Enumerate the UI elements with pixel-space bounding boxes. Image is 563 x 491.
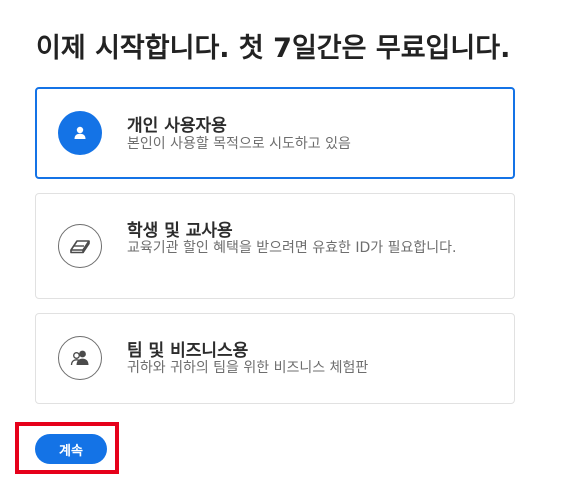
- eraser-icon: [58, 224, 102, 268]
- person-icon: [58, 111, 102, 155]
- team-icon: [58, 336, 102, 380]
- option-card-team[interactable]: 팀 및 비즈니스용 귀하와 귀하의 팀을 위한 비즈니스 체험판: [35, 313, 515, 404]
- option-title: 학생 및 교사용: [127, 221, 233, 241]
- option-title: 팀 및 비즈니스용: [127, 341, 249, 361]
- signup-plan-page: 이제 시작합니다. 첫 7일간은 무료입니다. 개인 사용자용 본인이 사용할 …: [0, 0, 563, 491]
- option-description: 귀하와 귀하의 팀을 위한 비즈니스 체험판: [127, 360, 369, 376]
- option-description: 교육기관 할인 혜택을 받으려면 유효한 ID가 필요합니다.: [127, 240, 457, 256]
- option-title: 개인 사용자용: [127, 116, 227, 136]
- page-title: 이제 시작합니다. 첫 7일간은 무료입니다.: [36, 33, 511, 64]
- continue-button[interactable]: 계속: [35, 434, 107, 464]
- option-card-personal[interactable]: 개인 사용자용 본인이 사용할 목적으로 시도하고 있음: [35, 87, 515, 179]
- option-description: 본인이 사용할 목적으로 시도하고 있음: [127, 136, 351, 152]
- option-card-student[interactable]: 학생 및 교사용 교육기관 할인 혜택을 받으려면 유효한 ID가 필요합니다.: [35, 193, 515, 299]
